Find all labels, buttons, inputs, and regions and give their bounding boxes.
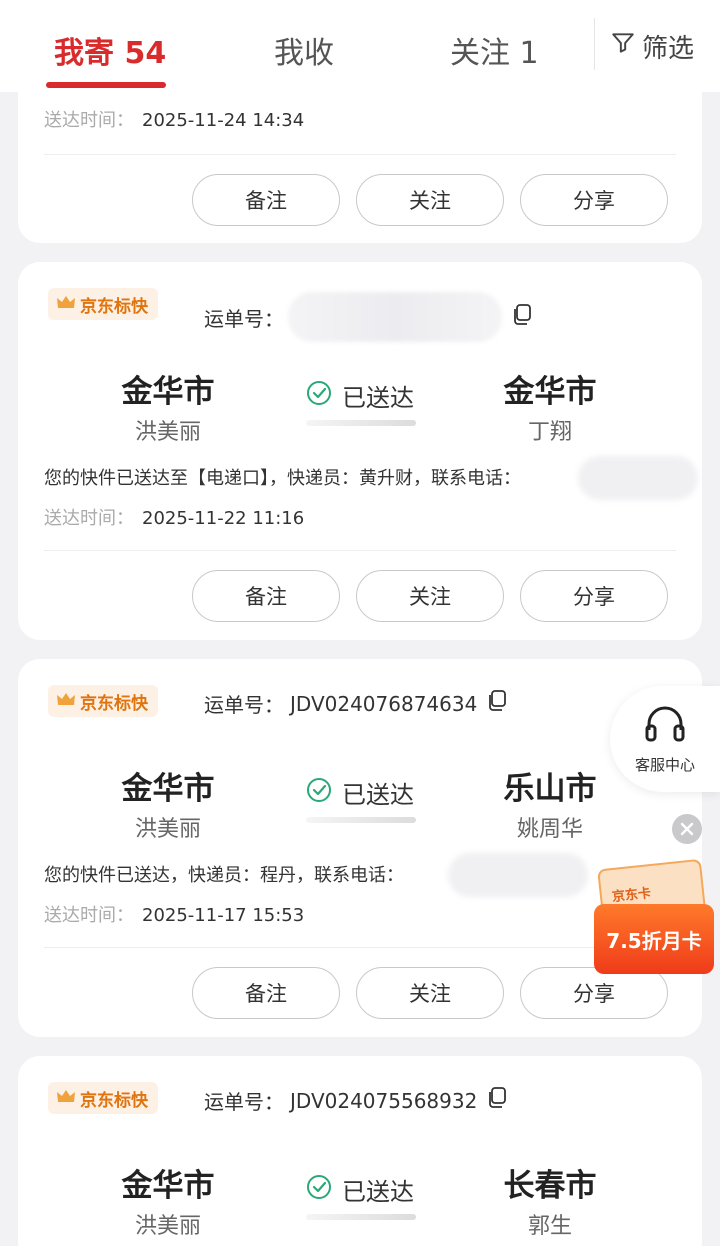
promo-label: 7.5折月卡 [606, 928, 702, 953]
delivery-time-label: 送达时间： [44, 905, 134, 926]
recipient-name: 姚周华 [516, 817, 583, 842]
follow-button[interactable]: 关注 [356, 174, 504, 226]
filter-label: 筛选 [642, 34, 695, 64]
copy-icon[interactable] [487, 690, 507, 717]
share-button[interactable]: 分享 [520, 967, 668, 1019]
tab-followed[interactable]: 关注 1 [450, 28, 539, 72]
filter-icon [610, 30, 636, 63]
delivery-status: 已送达 [306, 378, 414, 413]
destination-city: 金华市 [503, 374, 597, 410]
tab-divider [594, 18, 595, 70]
waybill-label: 运单号： [204, 1090, 284, 1114]
service-badge-label: 京东标快 [80, 296, 148, 317]
divider [44, 947, 676, 948]
waybill-label: 运单号： [204, 306, 284, 331]
waybill-number: JDV024076874634 [290, 691, 478, 716]
shipment-card[interactable]: 京东标快 运单号： JDV024075568932 金华市 洪美丽 已送达 长春… [18, 1056, 702, 1246]
destination-city: 长春市 [503, 1168, 597, 1204]
service-badge: 京东标快 [48, 685, 158, 717]
delivery-time-label: 送达时间： [44, 110, 134, 131]
waybill-number: JDV024075568932 [290, 1088, 478, 1113]
tab-my-sent[interactable]: 我寄 54 [54, 28, 166, 72]
sender-name: 洪美丽 [134, 1214, 201, 1239]
follow-button[interactable]: 关注 [356, 967, 504, 1019]
status-label: 已送达 [342, 781, 414, 809]
delivery-time-value: 2025-11-17 15:53 [142, 905, 305, 926]
promo-banner[interactable]: 京东卡 7.5折月卡 [594, 858, 714, 974]
close-icon[interactable] [672, 814, 702, 844]
check-circle-icon [306, 777, 332, 809]
active-tab-indicator [46, 82, 166, 88]
route-arrow [306, 1214, 416, 1220]
share-button[interactable]: 分享 [520, 570, 668, 622]
delivery-status: 已送达 [306, 775, 414, 810]
divider [44, 154, 676, 155]
note-button[interactable]: 备注 [192, 570, 340, 622]
status-label: 已送达 [342, 1178, 414, 1206]
delivery-time: 送达时间： 2025-11-24 14:34 [44, 106, 304, 132]
filter-button[interactable]: 筛选 [610, 28, 694, 65]
route-arrow [306, 817, 416, 823]
tab-my-received[interactable]: 我收 [274, 28, 334, 72]
recipient-name: 郭生 [527, 1214, 572, 1239]
headset-icon [643, 704, 687, 748]
service-badge-label: 京东标快 [80, 693, 148, 714]
origin-city: 金华市 [121, 771, 215, 807]
check-circle-icon [306, 380, 332, 412]
destination-city: 乐山市 [503, 771, 597, 807]
service-badge-label: 京东标快 [80, 1090, 148, 1111]
waybill-row: 运单号： JDV024075568932 [204, 1086, 507, 1115]
service-badge: 京东标快 [48, 1082, 158, 1114]
crown-icon [56, 294, 76, 315]
check-circle-icon [306, 1174, 332, 1206]
waybill-label: 运单号： [204, 693, 284, 717]
redacted-waybill [288, 292, 502, 342]
note-button[interactable]: 备注 [192, 174, 340, 226]
top-tab-bar: 我寄 54 我收 关注 1 筛选 [0, 0, 720, 92]
delivery-status: 已送达 [306, 1172, 414, 1207]
redacted-phone [578, 456, 698, 500]
gift-card-text: 京东卡 [611, 886, 652, 906]
sender-name: 洪美丽 [134, 817, 201, 842]
shipment-card[interactable]: 京东标快 运单号： JDV024076874634 金华市 洪美丽 已送达 乐山… [18, 659, 702, 1037]
note-button[interactable]: 备注 [192, 967, 340, 1019]
customer-service-label: 客服中心 [634, 755, 695, 774]
route-arrow [306, 420, 416, 426]
delivery-time-value: 2025-11-24 14:34 [142, 110, 305, 131]
divider [44, 550, 676, 551]
promo-box: 7.5折月卡 [594, 904, 714, 974]
customer-service-button[interactable]: 客服中心 [610, 686, 720, 792]
crown-icon [56, 691, 76, 712]
redacted-phone [448, 853, 588, 897]
waybill-row: 运单号： JDV024076874634 [204, 689, 507, 718]
delivery-time-value: 2025-11-22 11:16 [142, 508, 305, 529]
service-badge: 京东标快 [48, 288, 158, 320]
status-label: 已送达 [342, 384, 414, 412]
copy-icon[interactable] [512, 303, 532, 331]
follow-button[interactable]: 关注 [356, 570, 504, 622]
delivery-time: 送达时间： 2025-11-22 11:16 [44, 504, 304, 530]
waybill-row: 运单号： [204, 292, 532, 342]
delivery-time: 送达时间： 2025-11-17 15:53 [44, 901, 304, 927]
delivery-time-label: 送达时间： [44, 508, 134, 529]
shipment-card[interactable]: 京东标快 运单号： 金华市 洪美丽 已送达 金华市 丁翔 您的快件已送达至【电递… [18, 262, 702, 640]
sender-name: 洪美丽 [134, 420, 201, 445]
recipient-name: 丁翔 [527, 420, 572, 445]
origin-city: 金华市 [121, 1168, 215, 1204]
origin-city: 金华市 [121, 374, 215, 410]
share-button[interactable]: 分享 [520, 174, 668, 226]
copy-icon[interactable] [487, 1087, 507, 1114]
crown-icon [56, 1088, 76, 1109]
